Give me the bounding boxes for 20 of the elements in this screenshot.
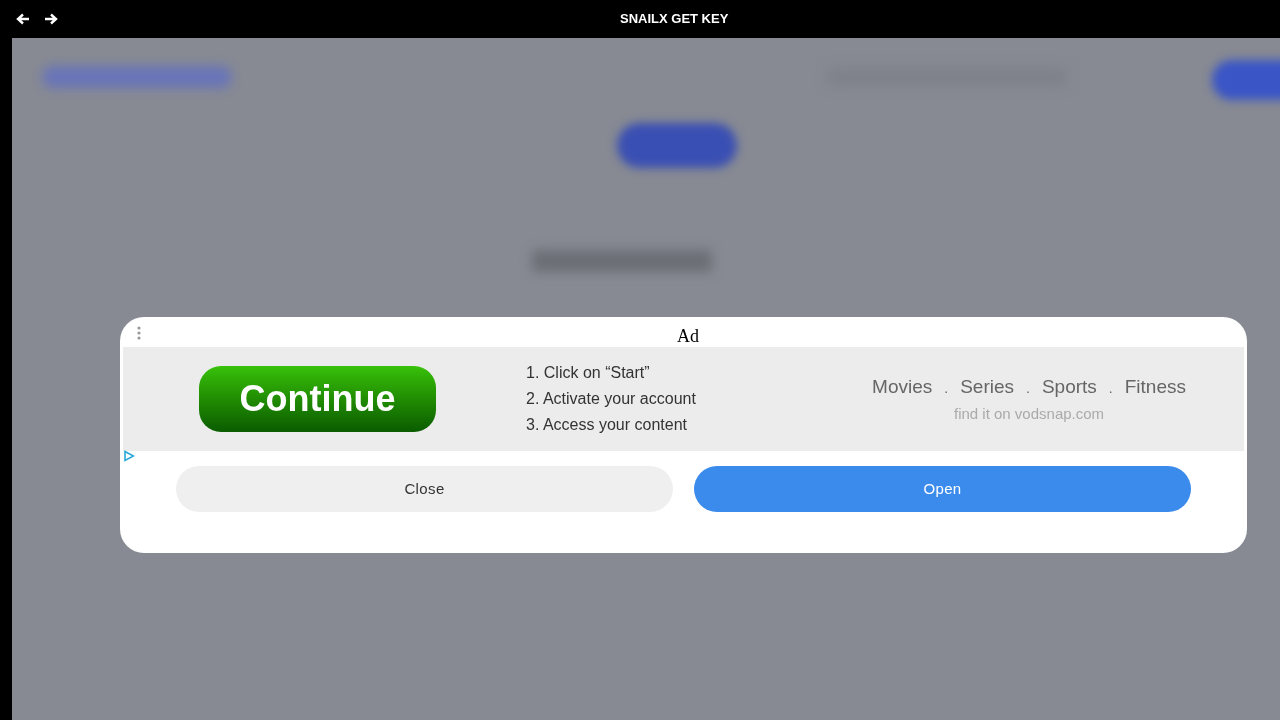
separator-text: . xyxy=(1108,378,1113,398)
close-button[interactable]: Close xyxy=(176,466,673,512)
step-text: 1. Click on “Start” xyxy=(526,363,651,383)
separator-text: . xyxy=(1026,378,1030,398)
step-text: 3. Access your content xyxy=(526,415,688,435)
step-text: 2. Activate your account xyxy=(526,389,696,409)
tagline-text: find it on vodsnap.com xyxy=(954,404,1105,424)
adchoices-icon[interactable] xyxy=(123,450,135,462)
open-button[interactable]: Open xyxy=(694,466,1191,512)
category-text: Series xyxy=(960,374,1015,399)
separator-text: . xyxy=(944,378,949,398)
category-text: Movies xyxy=(872,374,933,399)
window-title: SNAILX GET KEY xyxy=(620,10,729,29)
forward-arrow-icon[interactable] xyxy=(44,13,58,25)
back-arrow-icon[interactable] xyxy=(16,13,30,25)
ad-label: Ad xyxy=(677,325,699,348)
more-icon[interactable] xyxy=(137,326,141,340)
category-text: Sports xyxy=(1041,374,1097,399)
category-text: Fitness xyxy=(1124,374,1186,399)
continue-button[interactable]: Continue xyxy=(199,366,436,432)
